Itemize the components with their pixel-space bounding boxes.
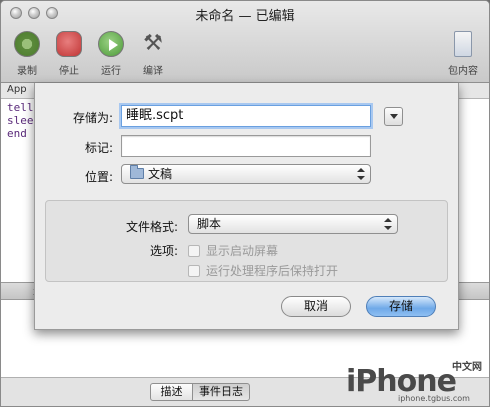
format-label: 文件格式:	[125, 220, 178, 234]
save-sheet: 存储为: 睡眠.scpt 标记: 位置: 文稿 文件格式: 脚本 选项: 显示启…	[34, 83, 459, 330]
watermark-url: iphone.tgbus.com	[398, 394, 470, 403]
record-button[interactable]: 录制	[7, 31, 47, 77]
hammer-icon: ⚒	[143, 31, 163, 56]
updown-arrows-icon	[357, 168, 365, 180]
tab-event-log[interactable]: 事件日志	[192, 383, 250, 401]
title-toolbar: 未命名 — 已编辑 录制 停止 运行 ⚒ 编译 包内容	[1, 1, 489, 83]
cancel-button[interactable]: 取消	[281, 296, 351, 317]
bundle-label: 包内容	[448, 66, 478, 77]
record-label: 录制	[17, 66, 37, 77]
window-title: 未命名 — 已编辑	[195, 9, 295, 24]
options-panel: 文件格式: 脚本 选项: 显示启动屏幕 运行处理程序后保持打开	[45, 200, 448, 282]
bundle-icon	[454, 31, 472, 57]
updown-arrows-icon	[384, 218, 392, 230]
stop-icon	[56, 31, 82, 57]
bundle-contents-button[interactable]: 包内容	[443, 31, 483, 77]
tags-field[interactable]	[121, 135, 371, 157]
save-as-label: 存储为:	[72, 111, 113, 125]
tags-label: 标记:	[84, 141, 113, 155]
options-label: 选项:	[149, 244, 178, 258]
checkbox-box	[188, 265, 200, 277]
watermark-cn: 中文网	[452, 362, 482, 373]
file-format-popup[interactable]: 脚本	[188, 214, 398, 234]
compile-label: 编译	[143, 66, 163, 77]
save-as-field[interactable]: 睡眠.scpt	[121, 105, 371, 127]
run-label: 运行	[101, 66, 121, 77]
stay-open-checkbox[interactable]: 运行处理程序后保持打开	[188, 262, 338, 279]
watermark: iPhone 中文网 iphone.tgbus.com	[346, 356, 486, 406]
run-icon	[98, 31, 124, 57]
expand-disclosure-button[interactable]	[384, 107, 403, 126]
folder-icon	[130, 165, 144, 179]
file-format-value: 脚本	[197, 217, 222, 231]
language-selector[interactable]: App	[7, 84, 27, 95]
location-popup[interactable]: 文稿	[121, 164, 371, 184]
code-line: tell	[7, 101, 34, 114]
code-line: end	[7, 127, 27, 140]
stop-button[interactable]: 停止	[49, 31, 89, 77]
show-startup-checkbox[interactable]: 显示启动屏幕	[188, 242, 278, 259]
code-line: slee	[7, 114, 34, 127]
script-code: tell slee end	[7, 101, 34, 140]
record-icon	[14, 31, 40, 57]
location-value: 文稿	[148, 167, 173, 181]
app-window: 未命名 — 已编辑 录制 停止 运行 ⚒ 编译 包内容 App tell sle…	[0, 0, 490, 407]
run-button[interactable]: 运行	[91, 31, 131, 77]
compile-button[interactable]: ⚒ 编译	[133, 31, 173, 77]
show-startup-label: 显示启动屏幕	[206, 244, 279, 258]
stay-open-label: 运行处理程序后保持打开	[206, 264, 339, 278]
save-button[interactable]: 存储	[366, 296, 436, 317]
tab-description[interactable]: 描述	[150, 383, 193, 401]
checkbox-box	[188, 245, 200, 257]
stop-label: 停止	[59, 66, 79, 77]
location-label: 位置:	[84, 170, 113, 184]
